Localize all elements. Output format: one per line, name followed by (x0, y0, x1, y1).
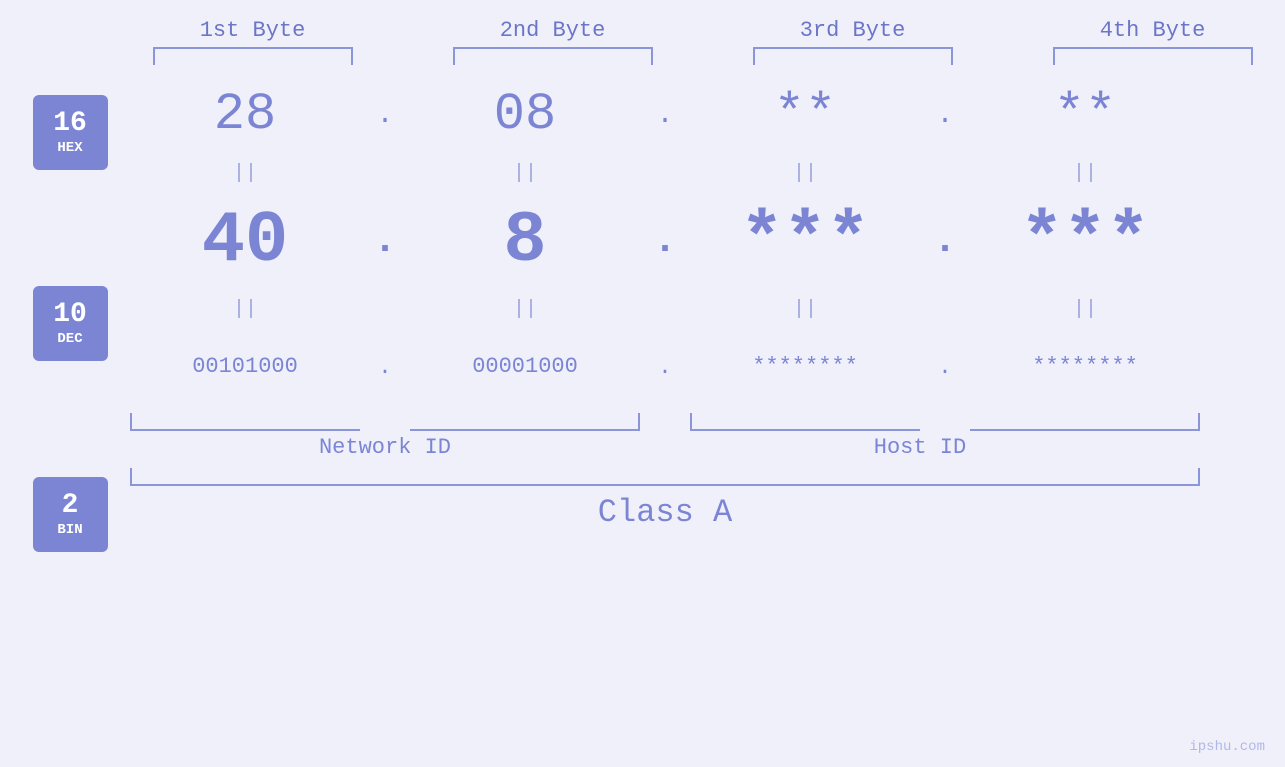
hex-cell-2: 08 (410, 89, 640, 141)
dec-dot-3: . (920, 219, 970, 264)
byte-header-1: 1st Byte (138, 18, 368, 43)
hex-dot-1: . (360, 100, 410, 131)
host-bracket-left (690, 413, 920, 431)
dec-cell-4: *** (970, 205, 1200, 277)
dec-dot-2: . (640, 219, 690, 264)
net-bracket-dot-gap (360, 413, 410, 431)
dec-label: DEC (57, 331, 82, 347)
hex-dot-3: . (920, 100, 970, 131)
bracket-3 (753, 47, 953, 65)
host-bracket-right (970, 413, 1200, 431)
eq2-4: || (970, 298, 1200, 321)
watermark: ipshu.com (1189, 739, 1265, 755)
eq2-3: || (690, 298, 920, 321)
main-content: 16 HEX 10 DEC 2 BIN 28 . (0, 75, 1285, 552)
eq1-1: || (130, 162, 360, 185)
host-bracket-gap (640, 413, 690, 431)
bin-dot-3: . (920, 355, 970, 380)
dec-dot-1: . (360, 219, 410, 264)
dec-number: 10 (53, 300, 87, 331)
dec-cell-2: 8 (410, 205, 640, 277)
bracket-4 (1053, 47, 1253, 65)
hex-dot-2: . (640, 100, 690, 131)
eq2-1: || (130, 298, 360, 321)
overall-bracket (130, 468, 1200, 486)
bin-dot-1: . (360, 355, 410, 380)
bin-cell-4: ******** (970, 356, 1200, 378)
base-labels: 16 HEX 10 DEC 2 BIN (0, 75, 130, 552)
eq2-2: || (410, 298, 640, 321)
class-label: Class A (130, 494, 1200, 531)
hex-cell-3: ** (690, 89, 920, 141)
bin-label: BIN (57, 522, 82, 538)
byte-header-3: 3rd Byte (738, 18, 968, 43)
hex-cell-1: 28 (130, 89, 360, 141)
hex-label: HEX (57, 140, 82, 156)
bin-badge: 2 BIN (33, 477, 108, 552)
hex-badge: 16 HEX (33, 95, 108, 170)
id-labels: Network ID Host ID (130, 435, 1285, 460)
equals-row-1: || || || || (130, 155, 1285, 191)
eq1-3: || (690, 162, 920, 185)
top-brackets (103, 47, 1285, 65)
hex-cell-4: ** (970, 89, 1200, 141)
rows-area: 28 . 08 . ** . ** || || (130, 75, 1285, 531)
net-bracket-left (130, 413, 360, 431)
bin-dot-2: . (640, 355, 690, 380)
hex-row: 28 . 08 . ** . ** (130, 75, 1285, 155)
bottom-brackets-row (130, 413, 1285, 431)
eq1-2: || (410, 162, 640, 185)
dec-row: 40 . 8 . *** . *** (130, 191, 1285, 291)
equals-row-2: || || || || (130, 291, 1285, 327)
dec-badge: 10 DEC (33, 286, 108, 361)
net-bracket-right (410, 413, 640, 431)
hex-number: 16 (53, 109, 87, 140)
bracket-2 (453, 47, 653, 65)
network-id-label: Network ID (130, 435, 640, 460)
dec-cell-3: *** (690, 205, 920, 277)
host-bracket-dot-gap (920, 413, 970, 431)
bin-cell-3: ******** (690, 356, 920, 378)
bin-row: 00101000 . 00001000 . ******** . *******… (130, 327, 1285, 407)
eq1-4: || (970, 162, 1200, 185)
byte-header-4: 4th Byte (1038, 18, 1268, 43)
bracket-1 (153, 47, 353, 65)
page-container: 1st Byte 2nd Byte 3rd Byte 4th Byte 16 H… (0, 0, 1285, 767)
host-id-label: Host ID (640, 435, 1200, 460)
dec-cell-1: 40 (130, 205, 360, 277)
bin-cell-2: 00001000 (410, 356, 640, 378)
byte-header-2: 2nd Byte (438, 18, 668, 43)
bin-cell-1: 00101000 (130, 356, 360, 378)
bin-number: 2 (62, 491, 79, 522)
byte-headers: 1st Byte 2nd Byte 3rd Byte 4th Byte (103, 0, 1285, 43)
